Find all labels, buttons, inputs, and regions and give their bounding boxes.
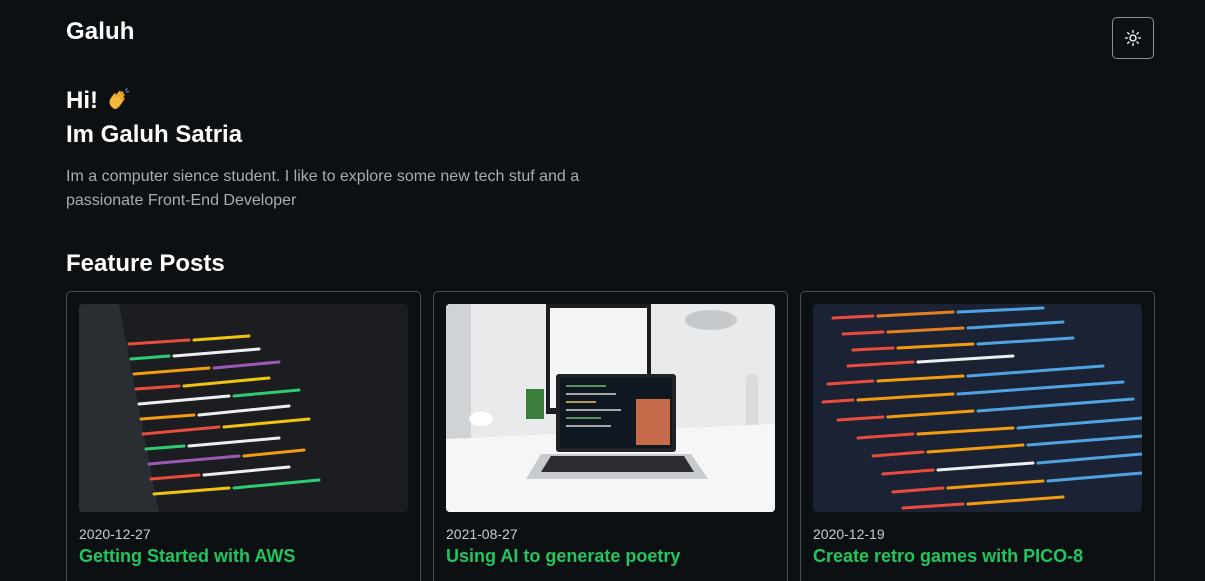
post-card[interactable]: 2021-08-27 Using AI to generate poetry — [433, 291, 788, 581]
laptop-desk-image — [446, 304, 775, 512]
post-date: 2021-08-27 — [446, 526, 518, 542]
sun-icon — [1124, 29, 1142, 47]
hero-bio: Im a computer sience student. I like to … — [66, 168, 580, 209]
post-date: 2020-12-19 — [813, 526, 885, 542]
post-date: 2020-12-27 — [79, 526, 151, 542]
featured-posts-list: 2020-12-27 Getting Started with AWS 2021… — [66, 291, 1155, 581]
post-title[interactable]: Getting Started with AWS — [79, 546, 408, 567]
greeting: Hi! — [66, 86, 636, 119]
site-title[interactable]: Galuh — [66, 18, 135, 46]
hero-section: Hi! Im Galuh Satria Im a computer sience… — [66, 86, 636, 213]
hero-name: Im Galuh Satria — [66, 121, 243, 148]
html-code-screen-image — [813, 304, 1142, 512]
post-card[interactable]: 2020-12-19 Create retro games with PICO-… — [800, 291, 1155, 581]
page: Galuh Hi! Im Galuh Satria Im a computer … — [0, 0, 1205, 581]
featured-posts-heading: Feature Posts — [66, 250, 225, 277]
post-card[interactable]: 2020-12-27 Getting Started with AWS — [66, 291, 421, 581]
waving-hand-icon — [106, 87, 130, 119]
post-title[interactable]: Create retro games with PICO-8 — [813, 546, 1142, 567]
code-monitor-image — [79, 304, 408, 512]
theme-toggle-button[interactable] — [1112, 17, 1154, 59]
post-title[interactable]: Using AI to generate poetry — [446, 546, 775, 567]
greeting-text: Hi! — [66, 87, 98, 114]
